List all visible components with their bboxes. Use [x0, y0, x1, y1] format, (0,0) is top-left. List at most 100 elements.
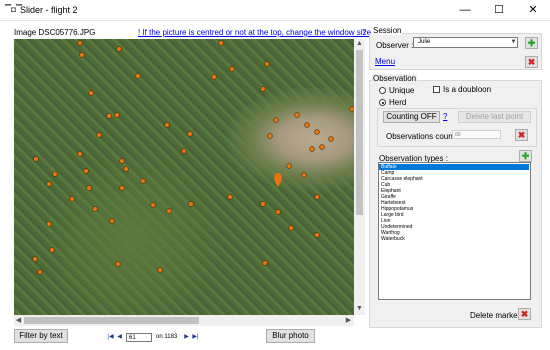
unique-label: Unique	[389, 86, 415, 95]
observation-marker[interactable]	[275, 209, 281, 215]
observer-select[interactable]: Julie	[413, 37, 518, 48]
observation-marker[interactable]	[267, 133, 273, 139]
observation-marker[interactable]	[86, 185, 92, 191]
observation-marker[interactable]	[114, 112, 120, 118]
observation-marker[interactable]	[33, 156, 39, 162]
observation-marker[interactable]	[49, 247, 55, 253]
observation-marker[interactable]	[79, 52, 85, 58]
skip-first-icon[interactable]: |◀	[106, 333, 115, 342]
observation-marker[interactable]	[157, 267, 163, 273]
observation-marker[interactable]	[314, 129, 320, 135]
observation-marker[interactable]	[83, 168, 89, 174]
observation-marker[interactable]	[52, 171, 58, 177]
observations-count-label: Observations count :	[386, 132, 460, 141]
vertical-scroll-thumb[interactable]	[356, 50, 363, 215]
observation-marker[interactable]	[140, 178, 146, 184]
close-button[interactable]: ✕	[516, 0, 550, 20]
unique-radio[interactable]	[379, 87, 386, 94]
observation-marker[interactable]	[309, 146, 315, 152]
scroll-right-icon[interactable]: ▶	[344, 315, 353, 326]
observation-marker[interactable]	[260, 201, 266, 207]
reset-count-button[interactable]: ✖	[515, 129, 528, 141]
observation-marker[interactable]	[264, 61, 270, 67]
observation-marker[interactable]	[288, 225, 294, 231]
observation-marker[interactable]	[123, 166, 129, 172]
observation-marker[interactable]	[294, 112, 300, 118]
observation-marker[interactable]	[37, 269, 43, 275]
delete-marker-button[interactable]: ✖	[518, 308, 531, 320]
observation-marker[interactable]	[211, 74, 217, 80]
observation-marker[interactable]	[164, 122, 170, 128]
observation-marker[interactable]	[328, 136, 334, 142]
doubloon-checkbox[interactable]	[433, 86, 440, 93]
blur-photo-button[interactable]: Blur photo	[266, 329, 315, 343]
observation-marker[interactable]	[119, 185, 125, 191]
chevron-down-icon[interactable]: ▼	[509, 37, 518, 48]
window-title: Slider - flight 2	[20, 5, 78, 15]
observation-marker[interactable]	[314, 194, 320, 200]
observation-marker[interactable]	[227, 194, 233, 200]
scroll-up-icon[interactable]: ▲	[354, 39, 365, 48]
observation-marker[interactable]	[301, 172, 307, 178]
observation-marker[interactable]	[119, 158, 125, 164]
observation-marker[interactable]	[166, 208, 172, 214]
observation-marker[interactable]	[135, 73, 141, 79]
observation-marker[interactable]	[46, 181, 52, 187]
observation-marker[interactable]	[188, 201, 194, 207]
filter-by-text-button[interactable]: Filter by text	[14, 329, 68, 343]
delete-session-button[interactable]: ✖	[525, 56, 538, 68]
plus-icon: ✚	[527, 38, 536, 48]
prev-icon[interactable]: ◀	[115, 333, 124, 342]
observation-marker[interactable]	[150, 202, 156, 208]
herd-radio[interactable]	[379, 99, 386, 106]
maximize-button[interactable]: ☐	[482, 0, 516, 20]
observation-marker[interactable]	[286, 163, 292, 169]
observation-marker[interactable]	[314, 232, 320, 238]
marker-layer[interactable]	[14, 39, 354, 315]
horizontal-scroll-thumb[interactable]	[24, 317, 199, 324]
app-icon: ▔◘▔	[5, 5, 23, 14]
observation-marker[interactable]	[77, 40, 83, 46]
observation-marker[interactable]	[96, 132, 102, 138]
counting-toggle-button[interactable]: Counting OFF	[383, 111, 440, 123]
scroll-left-icon[interactable]: ◀	[14, 315, 23, 326]
observation-marker[interactable]	[115, 261, 121, 267]
observations-count-field: 60	[452, 130, 501, 139]
add-observer-button[interactable]: ✚	[525, 37, 538, 49]
help-link[interactable]: ?	[362, 28, 366, 37]
observation-marker[interactable]	[116, 46, 122, 52]
counting-help-link[interactable]: ?	[443, 112, 447, 121]
observation-marker[interactable]	[46, 221, 52, 227]
observation-marker[interactable]	[77, 151, 83, 157]
observation-marker[interactable]	[319, 144, 325, 150]
observation-marker[interactable]	[32, 256, 38, 262]
doubloon-label: Is a doubloon	[443, 85, 492, 94]
observation-marker[interactable]	[218, 40, 224, 46]
observation-marker[interactable]	[181, 148, 187, 154]
list-item[interactable]: Waterbuck	[379, 236, 529, 242]
add-type-button[interactable]: ✚	[519, 150, 532, 162]
observation-marker[interactable]	[69, 196, 75, 202]
observation-marker[interactable]	[88, 90, 94, 96]
map-pin-icon[interactable]	[274, 173, 282, 187]
observation-marker[interactable]	[229, 66, 235, 72]
delete-marker-label: Delete marker	[470, 311, 521, 320]
observation-marker[interactable]	[92, 206, 98, 212]
scroll-down-icon[interactable]: ▼	[354, 304, 365, 313]
next-icon[interactable]: ▶	[182, 333, 191, 342]
delete-last-point-button[interactable]: Delete last point	[458, 111, 531, 123]
observation-marker[interactable]	[106, 113, 112, 119]
observation-marker[interactable]	[260, 86, 266, 92]
skip-last-icon[interactable]: ▶|	[191, 333, 200, 342]
observation-marker[interactable]	[262, 260, 268, 266]
menu-link[interactable]: Menu	[375, 57, 395, 66]
minimize-button[interactable]: —	[448, 0, 482, 20]
observation-marker[interactable]	[109, 218, 115, 224]
aerial-photo[interactable]	[14, 39, 354, 315]
observation-marker[interactable]	[187, 131, 193, 137]
plus-icon: ✚	[521, 151, 530, 161]
page-number-input[interactable]: 61	[126, 333, 152, 342]
centre-hint-link[interactable]: ! If the picture is centred or not at th…	[138, 28, 375, 37]
observation-marker[interactable]	[273, 117, 279, 123]
observation-marker[interactable]	[304, 122, 310, 128]
